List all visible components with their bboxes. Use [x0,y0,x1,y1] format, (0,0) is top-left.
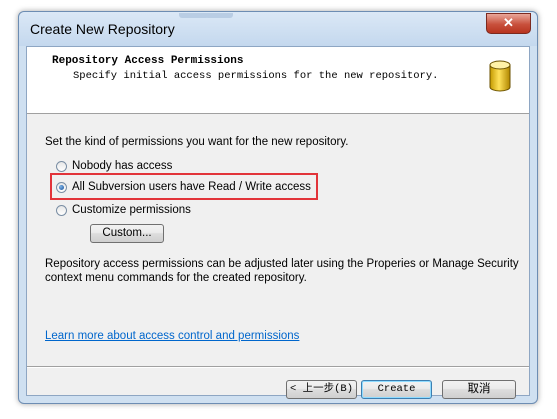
header-title: Repository Access Permissions [52,55,244,67]
dialog-client-area: Repository Access Permissions Specify in… [26,46,530,399]
back-button[interactable]: < 上一步(B) [286,380,357,399]
header-subtitle: Specify initial access permissions for t… [73,70,439,82]
radio-label: Customize permissions [72,204,191,216]
permissions-note-line2: context menu commands for the created re… [45,272,307,284]
learn-more-link[interactable]: Learn more about access control and perm… [45,330,299,342]
radio-button[interactable] [56,204,67,216]
highlight-annotation [50,173,318,200]
footer-separator [27,366,529,368]
radio-customize-permissions[interactable]: Customize permissions [56,201,191,219]
radio-button[interactable] [56,160,67,172]
create-button[interactable]: Create [361,380,432,399]
title-bar-decoration [205,13,233,18]
wizard-header: Repository Access Permissions Specify in… [27,47,529,114]
cancel-button[interactable]: 取消 [442,380,516,399]
custom-button[interactable]: Custom... [90,224,164,243]
permissions-prompt: Set the kind of permissions you want for… [45,136,349,148]
create-repository-dialog: Create New Repository ✕ Repository Acces… [18,11,538,404]
close-button[interactable]: ✕ [486,13,531,34]
radio-label: Nobody has access [72,160,173,172]
database-icon [489,60,511,92]
title-bar[interactable]: Create New Repository ✕ [19,12,537,46]
window-title: Create New Repository [30,21,175,37]
permissions-note-line1: Repository access permissions can be adj… [45,258,519,270]
